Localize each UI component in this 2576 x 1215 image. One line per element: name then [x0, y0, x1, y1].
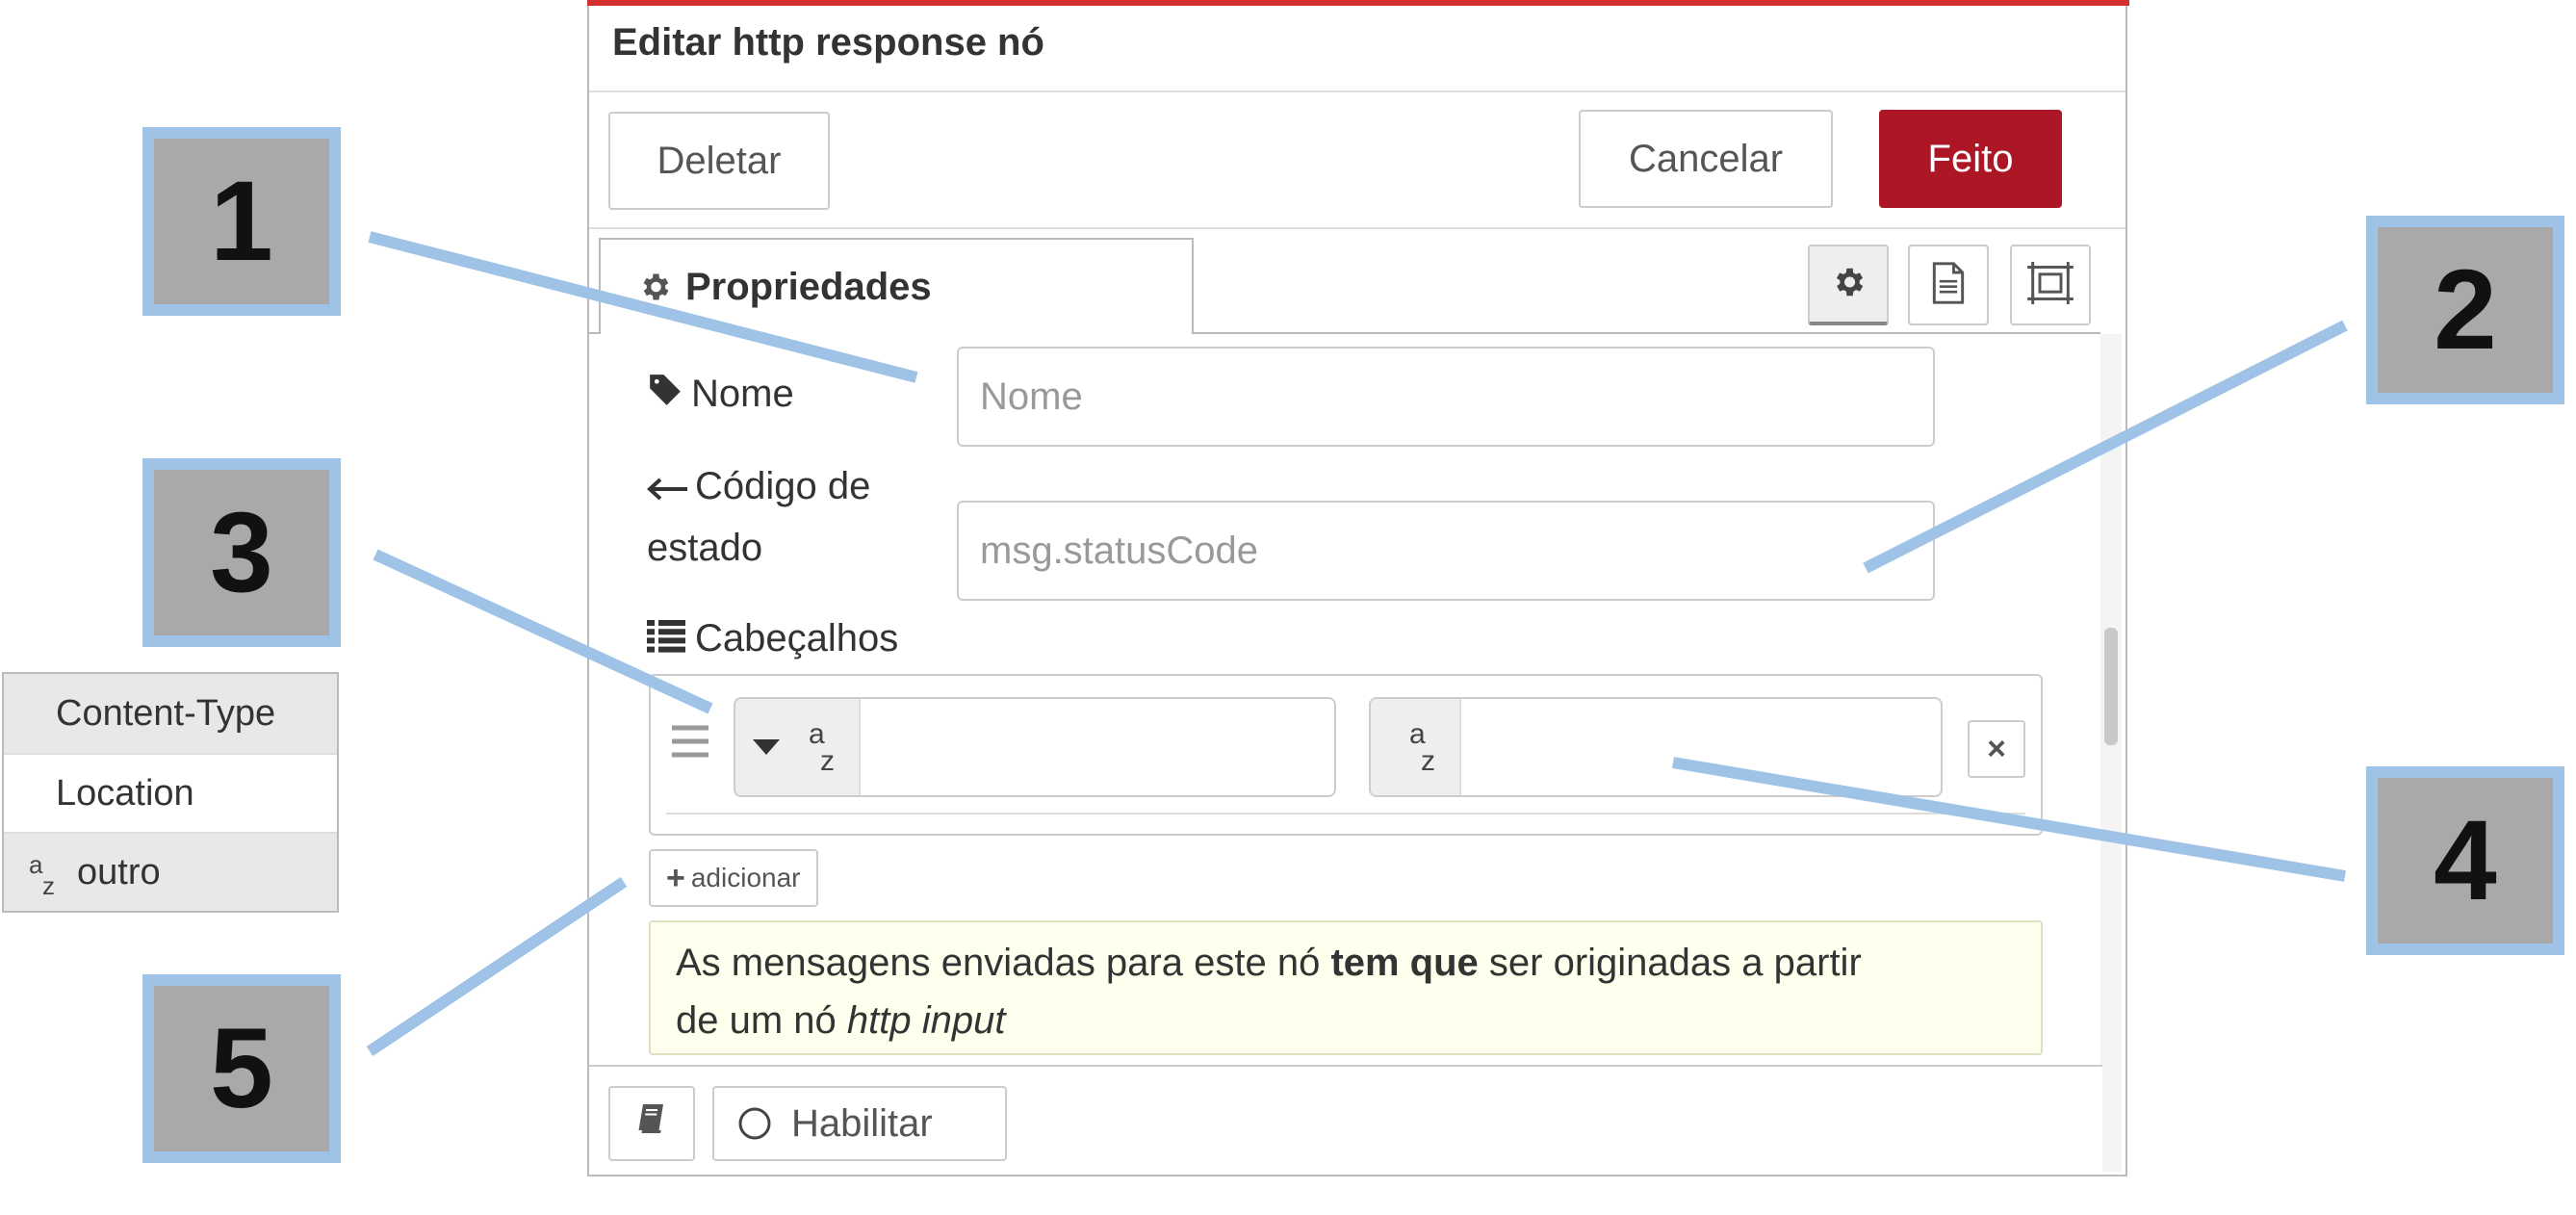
callout-4: 4 [2366, 766, 2564, 955]
callout-1: 1 [142, 127, 341, 316]
callout-line-4 [1671, 757, 2347, 882]
callout-line-5 [366, 877, 628, 1056]
callout-line-3 [373, 549, 713, 714]
callout-lines [366, 231, 2348, 1056]
callout-2: 2 [2366, 216, 2564, 404]
callout-3: 3 [142, 458, 341, 647]
callout-line-1 [368, 231, 918, 383]
callout-line-2 [1863, 320, 2348, 574]
callout-5: 5 [142, 974, 341, 1163]
